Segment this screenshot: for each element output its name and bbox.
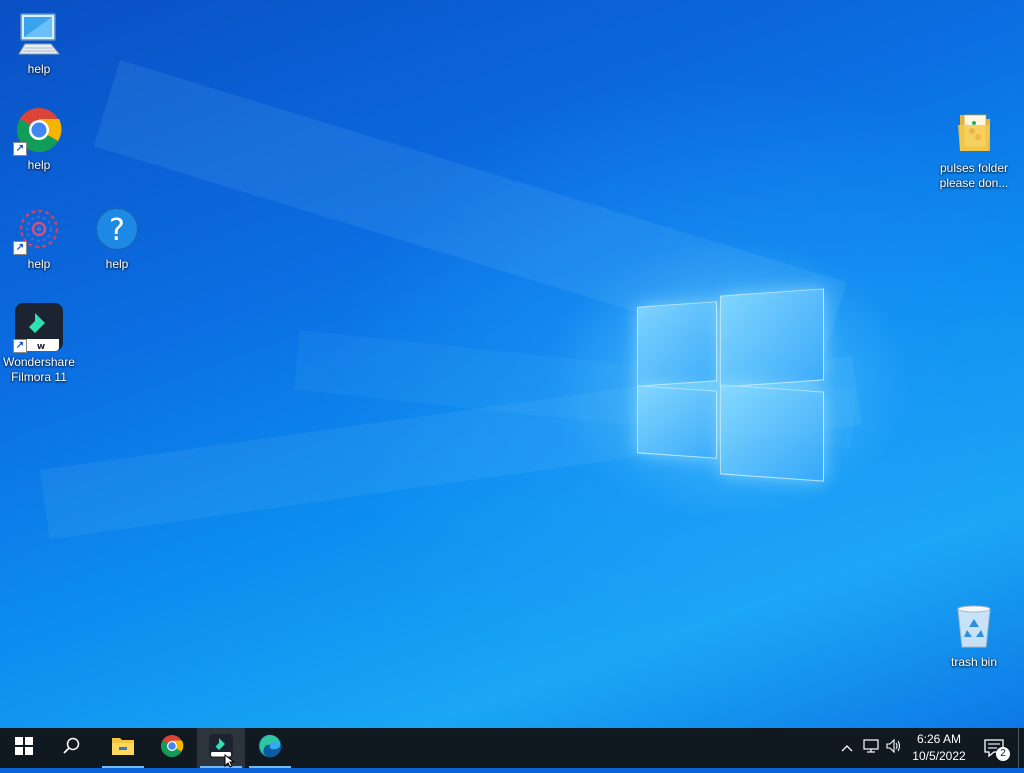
taskbar: 6:26 AM 10/5/2022 2 [0,728,1024,768]
svg-text:w: w [37,342,45,351]
edge-icon [257,733,283,764]
desktop-icon-label: pulses folder please don... [939,161,1009,190]
desktop-icon-filmora[interactable]: w ↗ Wondershare Filmora 11 [1,303,77,385]
flower-icon: ↗ [13,205,63,255]
start-icon [15,736,33,760]
clock-date: 10/5/2022 [912,749,966,763]
taskbar-chrome[interactable] [148,728,196,768]
recycle-bin-icon [950,603,998,651]
notification-count-badge: 2 [996,747,1010,761]
desktop-icon-help-question[interactable]: ? help [79,205,155,272]
folder-icon [950,109,998,157]
speaker-icon [886,738,902,758]
show-desktop-button[interactable] [1018,728,1024,768]
chevron-up-icon [841,739,853,757]
desktop-icon-label: Wondershare Filmora 11 [3,355,75,384]
desktop-icon-trash-bin[interactable]: trash bin [936,603,1012,670]
volume-button[interactable] [883,728,905,768]
shortcut-arrow-icon: ↗ [13,339,27,353]
desktop-background: help ↗ help ↗ help ? help w ↗ Wondershar… [0,0,1024,728]
desktop-icon-help-computer[interactable]: help [1,10,77,77]
desktop-icon-help-flower[interactable]: ↗ help [1,205,77,272]
shortcut-arrow-icon: ↗ [13,241,27,255]
show-hidden-icons-button[interactable] [836,728,858,768]
search-button[interactable] [48,728,96,768]
taskbar-file-explorer[interactable] [99,728,147,768]
desktop-icon-label: help [27,62,51,76]
search-icon [63,737,81,760]
notification-icon: 2 [984,739,1010,761]
clock-time: 6:26 AM [916,732,962,746]
start-button[interactable] [0,728,48,768]
desktop-icon-label: help [27,257,51,271]
taskbar-edge[interactable] [246,728,294,768]
chrome-icon [160,734,184,763]
taskbar-filmora[interactable] [197,728,245,768]
file-explorer-icon [111,735,135,762]
action-center-button[interactable]: 2 [974,728,1014,768]
mouse-cursor-icon [224,753,236,773]
clock-button[interactable]: 6:26 AM 10/5/2022 [906,728,972,768]
filmora-icon: w ↗ [13,303,63,353]
network-button[interactable] [860,728,882,768]
desktop-icon-label: trash bin [950,655,998,669]
computer-icon [15,10,63,58]
network-icon [863,738,879,758]
desktop-icon-help-chrome[interactable]: ↗ help [1,106,77,173]
chrome-icon: ↗ [13,106,63,156]
help-icon: ? [93,205,141,253]
desktop-icon-pulses-folder[interactable]: pulses folder please don... [936,109,1012,191]
shortcut-arrow-icon: ↗ [13,142,27,156]
desktop-icon-label: help [105,257,129,271]
desktop-icon-label: help [27,158,51,172]
svg-text:?: ? [109,213,125,248]
